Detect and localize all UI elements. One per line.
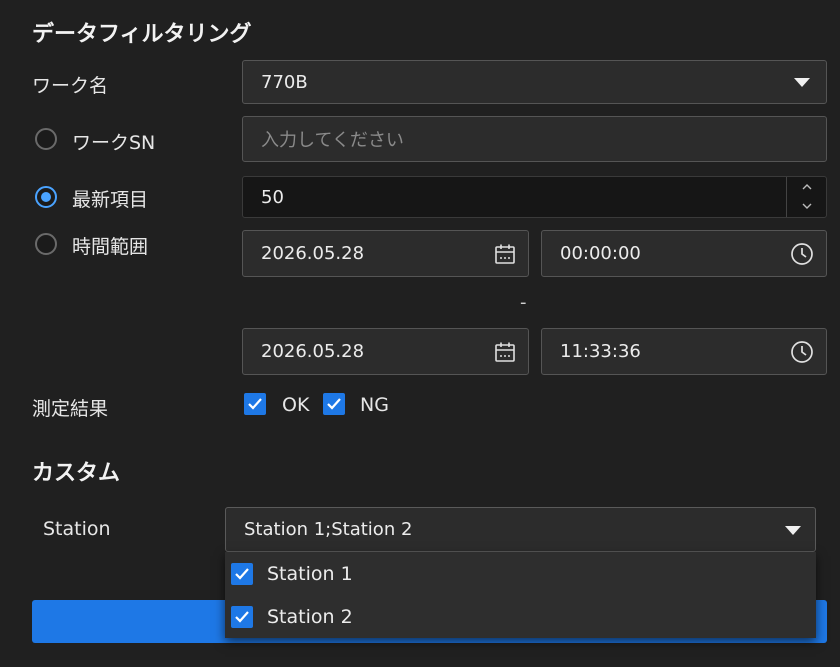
clock-icon[interactable] [790,242,814,266]
time-range-radio[interactable] [35,233,57,255]
checkmark-icon [327,398,341,410]
start-time-picker[interactable]: 00:00:00 [541,230,827,277]
clock-icon[interactable] [790,340,814,364]
result-label: 測定結果 [32,398,109,420]
work-name-label: ワーク名 [32,75,109,97]
caret-down-icon [785,526,801,535]
work-name-value: 770B [261,71,308,93]
station-label: Station [43,518,111,540]
stepper-buttons [786,177,826,217]
latest-count-value: 50 [261,186,284,208]
work-sn-label: ワークSN [72,132,156,154]
custom-title: カスタム [32,461,121,486]
checkmark-icon [235,610,249,623]
end-time-picker[interactable]: 11:33:36 [541,328,827,375]
start-date-value: 2026.05.28 [261,243,365,264]
end-date-picker[interactable]: 2026.05.28 [242,328,529,375]
station-dropdown: Station 1 Station 2 [225,552,816,638]
result-ng-label[interactable]: NG [360,394,389,416]
calendar-icon[interactable] [494,341,516,363]
caret-down-icon [794,78,810,87]
data-filter-title: データフィルタリング [32,22,252,47]
checkmark-icon [235,567,249,580]
range-separator: - [520,292,527,313]
result-ng-checkbox[interactable] [323,393,345,415]
work-sn-radio[interactable] [35,128,57,150]
result-ok-label[interactable]: OK [282,394,309,416]
station-multiselect[interactable]: Station 1;Station 2 [225,507,816,552]
end-date-value: 2026.05.28 [261,341,365,362]
latest-label: 最新項目 [72,189,149,211]
latest-radio[interactable] [35,186,57,208]
chevron-down-icon [802,203,811,209]
station-option[interactable]: Station 2 [225,595,816,638]
calendar-icon[interactable] [494,243,516,265]
stepper-up-button[interactable] [787,177,826,196]
latest-count-stepper[interactable]: 50 [242,176,827,218]
stepper-down-button[interactable] [787,196,826,215]
station-option-label: Station 2 [267,605,353,628]
station-option-label: Station 1 [267,562,353,585]
checkmark-icon [248,398,262,410]
end-time-value: 11:33:36 [560,341,641,362]
start-date-picker[interactable]: 2026.05.28 [242,230,529,277]
result-ok-checkbox[interactable] [244,393,266,415]
chevron-up-icon [802,183,811,189]
start-time-value: 00:00:00 [560,243,641,264]
station-selected-value: Station 1;Station 2 [244,519,413,540]
work-sn-input[interactable]: 入力してください [242,116,827,162]
station-option-checkbox[interactable] [231,562,253,585]
station-option-checkbox[interactable] [231,605,253,628]
station-option[interactable]: Station 1 [225,552,816,595]
time-range-label: 時間範囲 [72,236,149,258]
work-name-select[interactable]: 770B [242,60,827,104]
work-sn-placeholder: 入力してください [261,130,404,151]
